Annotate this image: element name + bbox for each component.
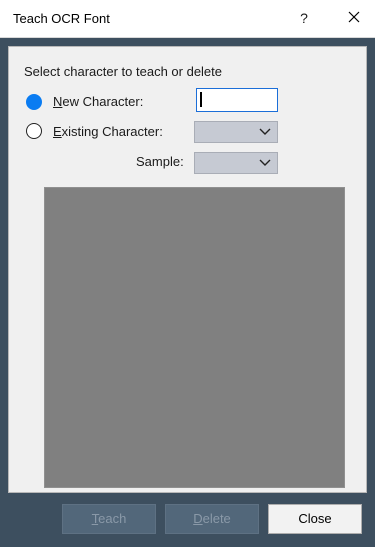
new-character-accesskey: N xyxy=(53,94,63,109)
text-caret xyxy=(200,92,202,107)
new-character-input[interactable] xyxy=(196,88,278,112)
close-button[interactable]: Close xyxy=(268,504,362,534)
existing-character-radio[interactable] xyxy=(26,123,42,139)
title-bar: Teach OCR Font ? xyxy=(0,0,375,38)
delete-accesskey: D xyxy=(193,511,203,526)
delete-button[interactable]: Delete xyxy=(165,504,259,534)
dialog-body: Select character to teach or delete New … xyxy=(8,46,367,493)
button-bar: Teach Delete Close xyxy=(0,493,375,547)
character-preview xyxy=(44,187,345,488)
existing-character-accesskey: E xyxy=(53,124,62,139)
chevron-down-icon xyxy=(259,128,271,135)
close-icon xyxy=(348,11,360,23)
delete-label: elete xyxy=(202,511,231,526)
existing-character-select[interactable] xyxy=(194,121,278,143)
new-character-radio[interactable] xyxy=(26,94,42,110)
sample-select[interactable] xyxy=(194,152,278,174)
group-label: Select character to teach or delete xyxy=(24,64,223,79)
existing-character-label[interactable]: Existing Character: xyxy=(53,124,163,139)
sample-label: Sample: xyxy=(136,154,184,169)
window-title: Teach OCR Font xyxy=(13,11,110,26)
existing-character-label-text: xisting Character: xyxy=(61,124,163,139)
new-character-label[interactable]: New Character: xyxy=(53,94,143,109)
teach-button[interactable]: Teach xyxy=(62,504,156,534)
chevron-down-icon xyxy=(259,159,271,166)
help-button[interactable]: ? xyxy=(294,8,314,28)
close-window-button[interactable] xyxy=(343,6,365,28)
new-character-label-text: ew Character: xyxy=(62,94,144,109)
teach-label: each xyxy=(98,511,127,526)
